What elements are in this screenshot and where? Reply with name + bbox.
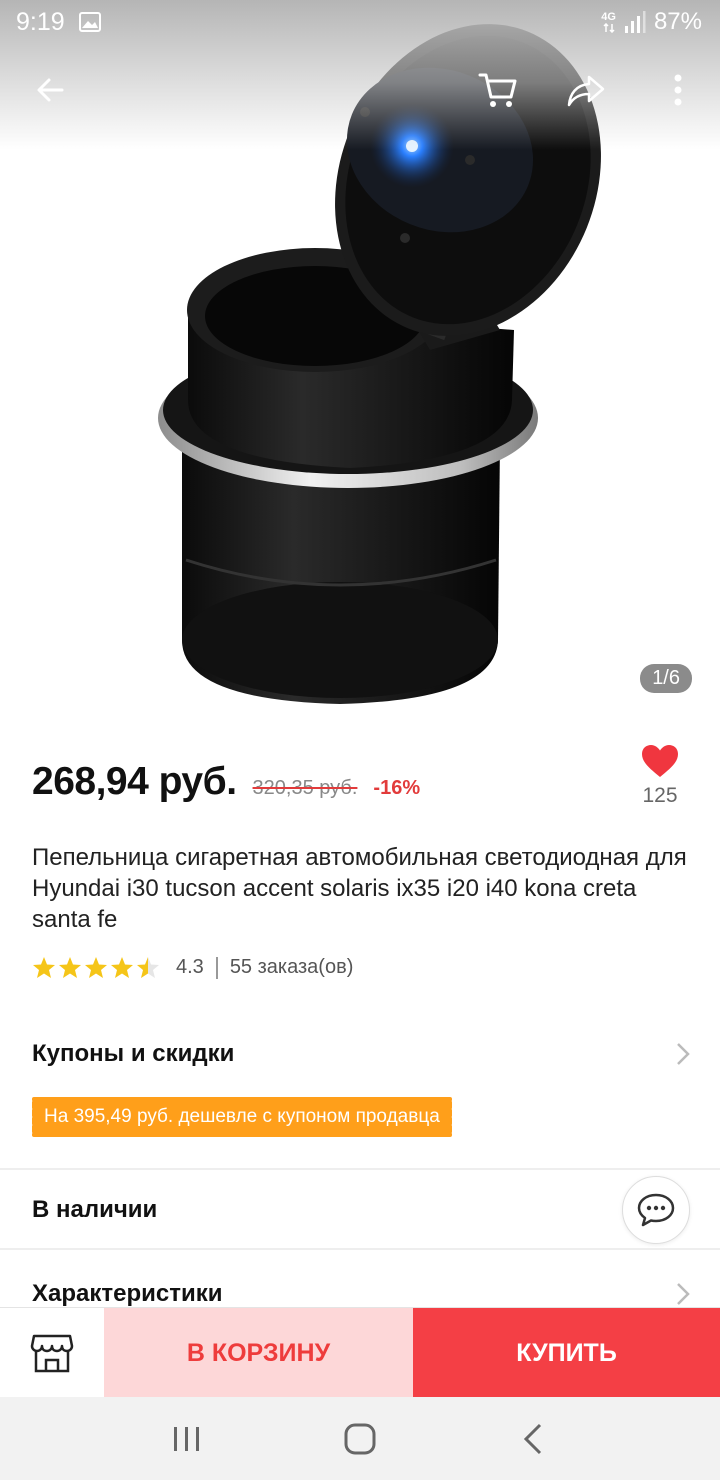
product-gallery[interactable]: 1/6 bbox=[0, 0, 720, 718]
star-icon bbox=[111, 957, 133, 978]
product-title: Пепельница сигаретная автомобильная свет… bbox=[32, 844, 687, 933]
home-button[interactable] bbox=[330, 1409, 390, 1469]
battery-level: 87% bbox=[653, 8, 702, 35]
star-icon bbox=[59, 957, 81, 978]
arrow-left-icon bbox=[37, 78, 64, 102]
signal-icon bbox=[624, 11, 646, 33]
add-to-cart-button[interactable]: В КОРЗИНУ bbox=[104, 1308, 413, 1398]
rating-value: 4.3 bbox=[176, 956, 204, 978]
bottom-action-bar: В КОРЗИНУ КУПИТЬ bbox=[0, 1307, 720, 1398]
discount-badge: -16% bbox=[373, 777, 421, 799]
share-icon bbox=[567, 75, 605, 107]
rating-stars bbox=[32, 956, 160, 979]
app-bar bbox=[0, 58, 720, 128]
old-price: 320,35 руб. bbox=[252, 777, 358, 799]
status-bar: 9:19 4G 87% bbox=[0, 0, 720, 44]
orders-count: 55 заказа(ов) bbox=[229, 956, 354, 978]
store-icon bbox=[30, 1334, 74, 1373]
cart-nav-button[interactable] bbox=[466, 58, 530, 122]
gallery-page-indicator: 1/6 bbox=[640, 664, 692, 693]
favorites-count: 125 bbox=[642, 784, 678, 807]
coupon-badge[interactable]: На 395,49 руб. дешевле с купоном продавц… bbox=[29, 1097, 452, 1137]
more-vertical-icon bbox=[674, 74, 682, 106]
coupons-title: Купоны и скидки bbox=[32, 1040, 235, 1067]
specs-section[interactable]: Характеристики bbox=[0, 1250, 720, 1307]
specs-title: Характеристики bbox=[32, 1280, 223, 1307]
coupons-section[interactable]: Купоны и скидки bbox=[0, 1020, 720, 1170]
shopping-cart-icon bbox=[478, 73, 517, 107]
chat-bubble-icon bbox=[637, 1193, 675, 1227]
more-options-button[interactable] bbox=[646, 58, 710, 122]
half-star-icon bbox=[137, 957, 159, 978]
chevron-left-icon bbox=[524, 1423, 542, 1454]
home-icon bbox=[344, 1423, 376, 1454]
chat-button[interactable] bbox=[622, 1176, 690, 1244]
recent-apps-icon bbox=[173, 1426, 199, 1451]
data-arrows-icon bbox=[603, 22, 615, 33]
share-button[interactable] bbox=[554, 58, 618, 122]
nav-back-button[interactable] bbox=[503, 1409, 563, 1469]
status-time: 9:19 bbox=[16, 7, 65, 36]
star-icon bbox=[33, 957, 55, 978]
price-row: 268,94 руб. 320,35 руб. -16% bbox=[32, 760, 420, 804]
current-price: 268,94 руб. bbox=[32, 760, 237, 803]
star-icon bbox=[85, 957, 107, 978]
chevron-right-icon bbox=[677, 1283, 690, 1305]
chevron-right-icon bbox=[677, 1043, 690, 1065]
rating-row[interactable]: 4.3 55 заказа(ов) bbox=[32, 956, 353, 979]
heart-icon bbox=[642, 745, 678, 777]
recent-apps-button[interactable] bbox=[157, 1409, 217, 1469]
stock-title: В наличии bbox=[32, 1196, 158, 1223]
back-button[interactable] bbox=[18, 58, 82, 122]
rating-separator bbox=[215, 956, 218, 979]
stock-section: В наличии bbox=[0, 1170, 720, 1248]
buy-now-button[interactable]: КУПИТЬ bbox=[413, 1308, 720, 1398]
system-nav-bar bbox=[0, 1397, 720, 1480]
favorite-button[interactable]: 125 bbox=[638, 744, 682, 808]
store-button[interactable] bbox=[0, 1308, 104, 1398]
gallery-notification-icon bbox=[78, 12, 101, 32]
network-type: 4G bbox=[601, 10, 616, 23]
